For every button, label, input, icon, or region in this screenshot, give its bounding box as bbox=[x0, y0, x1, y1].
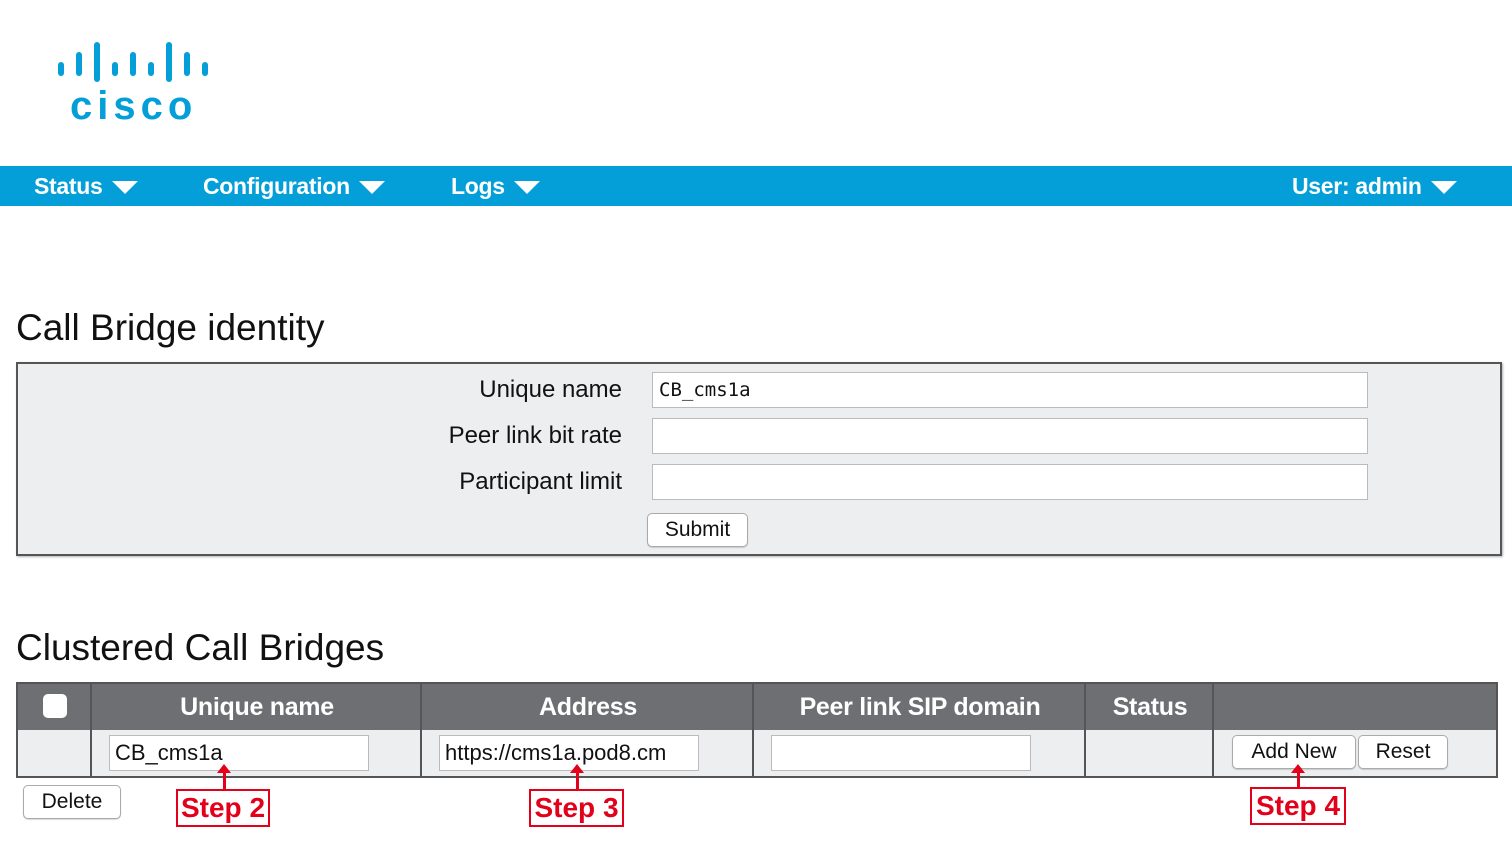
nav-logs-menu[interactable]: Logs bbox=[451, 166, 540, 206]
clustered-call-bridges-table: Unique name Address Peer link SIP domain… bbox=[16, 682, 1498, 778]
col-header-address: Address bbox=[539, 692, 637, 721]
table-row: Add New Reset bbox=[18, 730, 1496, 776]
identity-section-title: Call Bridge identity bbox=[16, 307, 325, 348]
column-divider bbox=[420, 684, 422, 776]
logo-wordmark: cisco bbox=[70, 84, 198, 128]
unique-name-label: Unique name bbox=[479, 376, 622, 403]
cisco-bridge-icon bbox=[58, 42, 208, 82]
user-menu[interactable]: User: admin bbox=[1292, 166, 1457, 206]
participant-limit-label: Participant limit bbox=[459, 468, 622, 495]
identity-form-panel: Unique name Peer link bit rate Participa… bbox=[16, 362, 1502, 556]
nav-configuration-menu[interactable]: Configuration bbox=[203, 166, 385, 206]
caret-down-icon bbox=[1430, 180, 1457, 194]
submit-button[interactable]: Submit bbox=[647, 513, 748, 547]
step2-arrow-icon bbox=[217, 764, 231, 790]
step3-arrow-icon bbox=[570, 764, 584, 790]
new-address-input[interactable] bbox=[439, 735, 699, 771]
nav-status-menu[interactable]: Status bbox=[34, 166, 138, 206]
peer-link-bit-rate-input[interactable] bbox=[652, 418, 1368, 454]
column-divider bbox=[1212, 684, 1214, 776]
new-unique-name-input[interactable] bbox=[109, 735, 369, 771]
cisco-logo: cisco bbox=[58, 40, 218, 130]
col-header-unique-name: Unique name bbox=[180, 692, 334, 721]
table-header: Unique name Address Peer link SIP domain… bbox=[18, 684, 1496, 730]
caret-down-icon bbox=[513, 180, 540, 194]
nav-status-label: Status bbox=[34, 172, 103, 199]
caret-down-icon bbox=[358, 180, 385, 194]
step2-annotation: Step 2 bbox=[176, 789, 270, 827]
caret-down-icon bbox=[111, 180, 138, 194]
col-header-peer-link-sip-domain: Peer link SIP domain bbox=[799, 692, 1041, 721]
col-header-status: Status bbox=[1112, 692, 1188, 721]
delete-button[interactable]: Delete bbox=[23, 785, 121, 819]
step4-annotation: Step 4 bbox=[1250, 787, 1346, 825]
step4-arrow-icon bbox=[1291, 764, 1305, 788]
select-all-checkbox[interactable] bbox=[43, 694, 67, 718]
step3-annotation: Step 3 bbox=[529, 789, 624, 827]
reset-button[interactable]: Reset bbox=[1358, 735, 1448, 769]
nav-configuration-label: Configuration bbox=[203, 172, 350, 199]
unique-name-input[interactable] bbox=[652, 372, 1368, 408]
user-menu-label: User: admin bbox=[1292, 172, 1422, 199]
cluster-section-title: Clustered Call Bridges bbox=[16, 627, 385, 668]
nav-logs-label: Logs bbox=[451, 172, 505, 199]
column-divider bbox=[90, 684, 92, 776]
column-divider bbox=[1084, 684, 1086, 776]
column-divider bbox=[752, 684, 754, 776]
new-peer-link-sip-domain-input[interactable] bbox=[771, 735, 1031, 771]
new-row-status bbox=[1086, 730, 1214, 776]
peer-link-bit-rate-label: Peer link bit rate bbox=[448, 422, 622, 449]
main-navbar: Status Configuration Logs User: admin bbox=[0, 166, 1512, 206]
participant-limit-input[interactable] bbox=[652, 464, 1368, 500]
